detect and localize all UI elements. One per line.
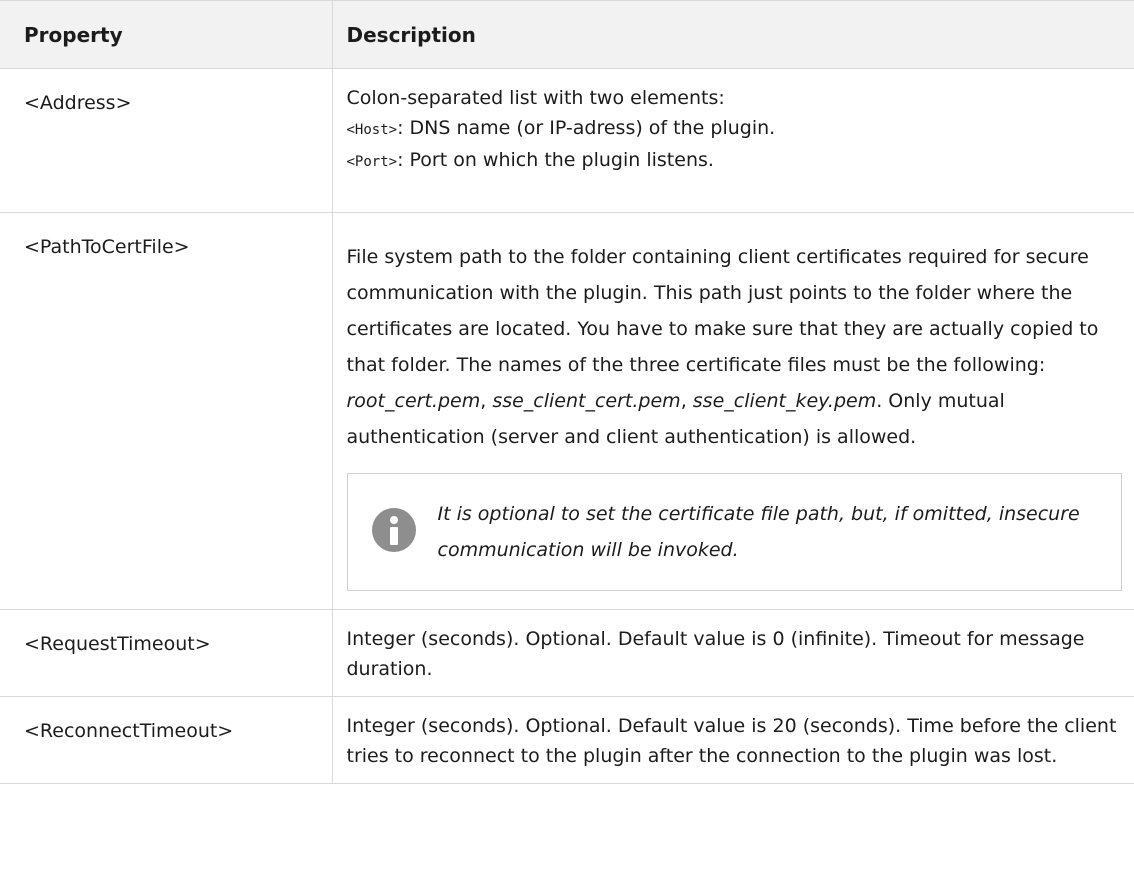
note-text: It is optional to set the certificate fi… xyxy=(437,503,1080,561)
description-text: Colon-separated list with two elements: xyxy=(346,87,725,109)
property-table: Property Description <Address> Colon-sep… xyxy=(0,0,1134,784)
note-box: It is optional to set the certificate fi… xyxy=(346,473,1122,591)
info-icon xyxy=(371,508,416,552)
port-code: <Port> xyxy=(346,154,398,170)
description-cell: Integer (seconds). Optional. Default val… xyxy=(331,609,1134,697)
property-cell: <Address> xyxy=(0,68,333,213)
table-row: <Address> Colon-separated list with two … xyxy=(0,68,1134,213)
description-cell: Colon-separated list with two elements: … xyxy=(331,68,1134,213)
separator: , xyxy=(480,390,493,412)
table-row: <RequestTimeout> Integer (seconds). Opti… xyxy=(0,609,1134,697)
header-description: Description xyxy=(331,0,1134,69)
table-row: <PathToCertFile> File system path to the… xyxy=(0,212,1134,610)
host-code: <Host> xyxy=(346,122,398,138)
host-text: : DNS name (or IP-adress) of the plugin. xyxy=(397,117,776,139)
separator: , xyxy=(680,390,693,412)
table-row: <ReconnectTimeout> Integer (seconds). Op… xyxy=(0,696,1134,784)
description-cell: Integer (seconds). Optional. Default val… xyxy=(331,696,1134,784)
header-property: Property xyxy=(0,0,333,69)
description-before: File system path to the folder containin… xyxy=(346,246,1099,376)
property-cell: <PathToCertFile> xyxy=(0,212,333,610)
property-cell: <RequestTimeout> xyxy=(0,609,333,697)
file-name: sse_client_key.pem xyxy=(692,390,877,412)
port-line: <Port>: Port on which the plugin listens… xyxy=(347,145,1123,177)
port-text: : Port on which the plugin listens. xyxy=(397,149,714,171)
table-header: Property Description xyxy=(0,0,1134,69)
host-line: <Host>: DNS name (or IP-adress) of the p… xyxy=(347,113,1123,145)
file-name: sse_client_cert.pem xyxy=(492,390,681,412)
file-name: root_cert.pem xyxy=(346,390,481,412)
header-row: Property Description xyxy=(0,0,1134,69)
property-cell: <ReconnectTimeout> xyxy=(0,696,333,784)
description-text: File system path to the folder containin… xyxy=(347,227,1123,455)
description-cell: File system path to the folder containin… xyxy=(331,212,1134,610)
